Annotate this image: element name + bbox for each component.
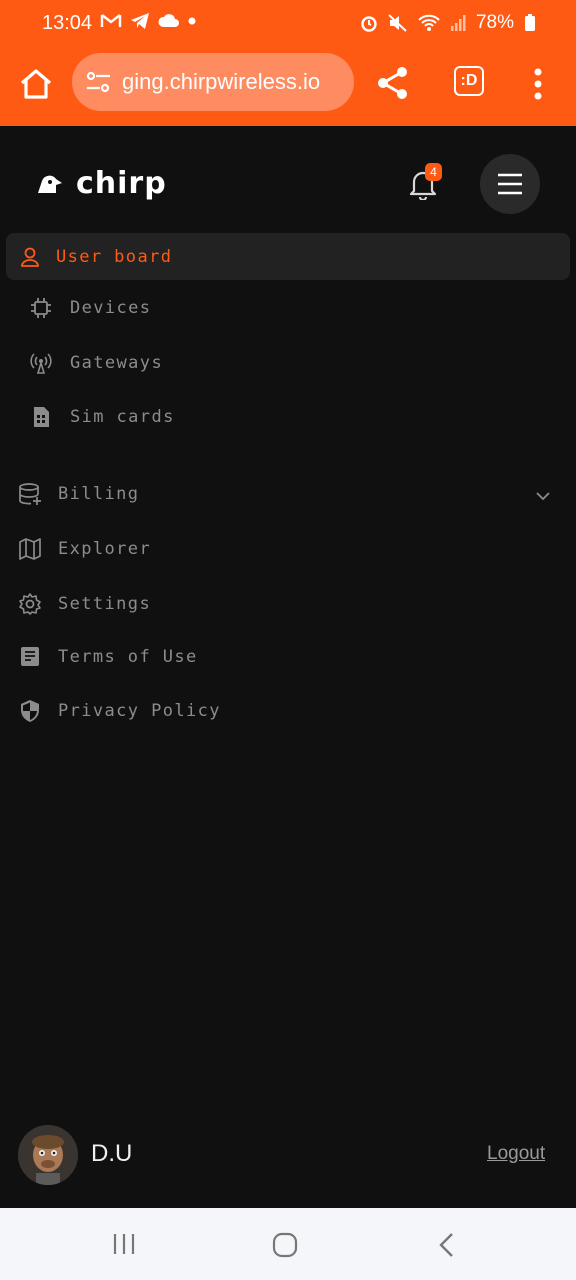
user-icon [21, 247, 39, 267]
bird-logo-icon [38, 175, 62, 193]
status-bar: 13:04 78% [0, 0, 576, 48]
nav-label: Privacy Policy [58, 701, 221, 721]
battery-percent: 78% [475, 12, 514, 33]
nav-item-devices[interactable]: Devices [30, 297, 151, 319]
brand-name: chirp [76, 166, 167, 201]
nav-label: Explorer [58, 539, 152, 559]
chevron-down-icon[interactable] [535, 488, 551, 504]
hamburger-icon [498, 173, 522, 195]
signal-icon [450, 15, 466, 31]
nav-item-user-board[interactable]: User board [6, 233, 570, 280]
alarm-icon [361, 16, 377, 32]
nav-label: Terms of Use [58, 647, 198, 667]
user-avatar-image [18, 1125, 78, 1185]
nav-item-gateways[interactable]: Gateways [30, 352, 163, 374]
home-icon[interactable] [18, 66, 54, 102]
nav-label: User board [56, 246, 173, 267]
nav-label: Devices [70, 298, 152, 318]
address-bar[interactable]: ging.chirpwireless.io [72, 53, 354, 111]
browser-toolbar: ging.chirpwireless.io :D [0, 48, 576, 126]
username: D.U [91, 1140, 133, 1167]
back-icon[interactable] [438, 1232, 456, 1258]
nav-item-billing[interactable]: Billing [18, 482, 139, 506]
wifi-icon [418, 14, 440, 31]
chip-icon [31, 298, 51, 318]
logout-link[interactable]: Logout [487, 1143, 545, 1165]
nav-label: Sim cards [70, 407, 175, 427]
tabs-button[interactable]: :D [454, 66, 484, 96]
mute-icon [388, 14, 407, 32]
share-icon[interactable] [376, 66, 410, 100]
nav-label: Gateways [70, 353, 164, 373]
nav-item-settings[interactable]: Settings [18, 592, 151, 616]
telegram-icon [131, 13, 149, 29]
gear-icon [19, 593, 41, 615]
system-navigation-bar [0, 1208, 576, 1280]
nav-item-terms-of-use[interactable]: Terms of Use [18, 645, 198, 669]
home-nav-icon[interactable] [272, 1232, 298, 1258]
nav-item-explorer[interactable]: Explorer [18, 537, 151, 561]
document-icon [21, 647, 39, 666]
menu-button[interactable] [480, 154, 540, 214]
notification-icons [100, 12, 196, 30]
shield-icon [21, 700, 39, 722]
more-options-icon[interactable] [528, 64, 548, 104]
nav-item-sim-cards[interactable]: Sim cards [30, 406, 175, 428]
status-time: 13:04 [42, 12, 93, 34]
battery-icon [525, 14, 535, 31]
notification-badge: 4 [425, 163, 442, 181]
nav-item-privacy-policy[interactable]: Privacy Policy [18, 699, 221, 723]
chirp-logo[interactable]: chirp [36, 166, 167, 201]
cloud-icon [158, 14, 179, 27]
avatar[interactable] [18, 1125, 78, 1185]
antenna-icon [30, 353, 52, 374]
database-plus-icon [19, 483, 41, 505]
tabs-label: :D [460, 72, 478, 89]
dot-icon [188, 17, 196, 25]
nav-label: Settings [58, 594, 152, 614]
map-icon [19, 538, 41, 560]
sim-card-icon [34, 407, 49, 427]
site-settings-icon[interactable] [84, 70, 114, 94]
url-text[interactable]: ging.chirpwireless.io [122, 69, 320, 95]
recent-apps-icon[interactable] [112, 1232, 136, 1256]
nav-label: Billing [58, 484, 140, 504]
system-indicators: 78% [360, 12, 536, 34]
gmail-icon [100, 14, 122, 27]
